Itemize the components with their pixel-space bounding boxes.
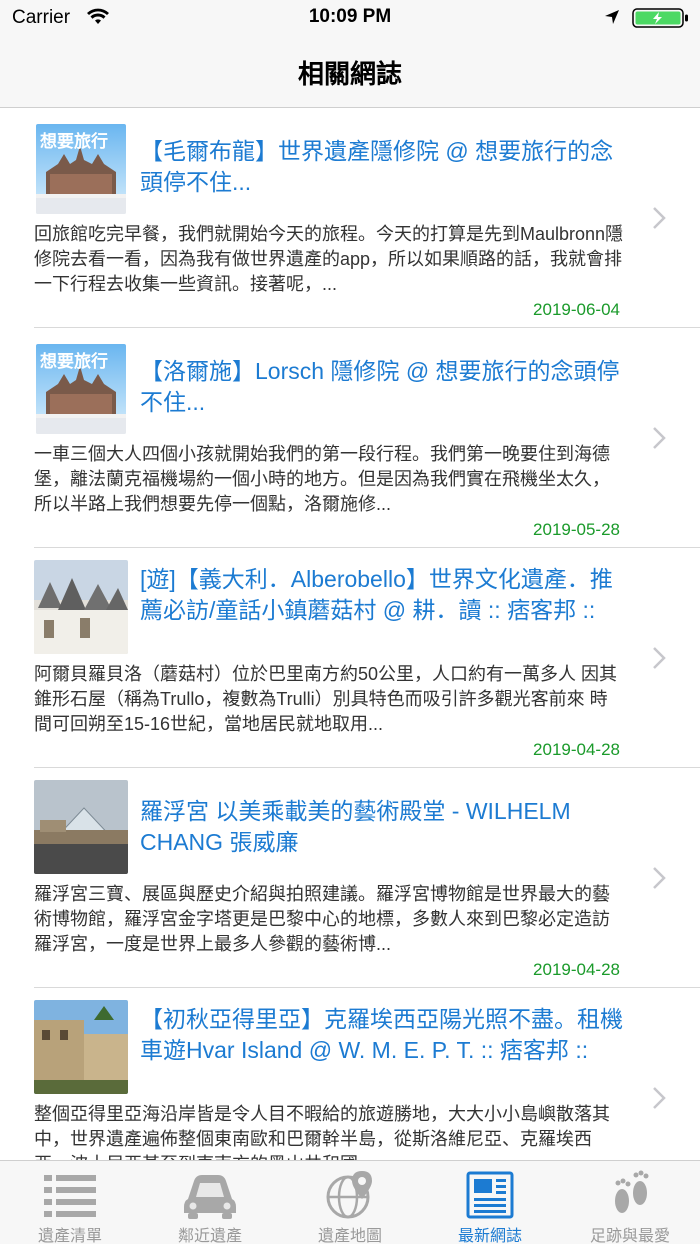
chevron-right-icon — [653, 207, 666, 229]
post-date: 2019-04-28 — [533, 740, 620, 759]
chevron-right-icon — [653, 427, 666, 449]
tab-heritage-map[interactable]: 遺產地圖 — [280, 1161, 420, 1244]
post-thumbnail: 想要旅行 — [36, 124, 126, 214]
thumbnail-caption: 想要旅行 — [40, 352, 108, 371]
list-item[interactable]: 想要旅行 【毛爾布龍】世界遺產隱修院 @ 想要旅行的念頭停不住... 回旅館吃完… — [34, 108, 700, 328]
chevron-right-icon — [653, 1087, 666, 1109]
list-item[interactable]: 羅浮宮 以美乘載美的藝術殿堂 - WILHELM CHANG 張威廉 羅浮宮三寶… — [34, 768, 700, 988]
status-bar: Carrier 10:09 PM — [0, 0, 700, 40]
tab-label: 鄰近遺產 — [177, 1228, 242, 1244]
thumbnail-caption: 想要旅行 — [40, 132, 108, 151]
chevron-right-icon — [653, 867, 666, 889]
blog-post-list[interactable]: 想要旅行 【毛爾布龍】世界遺產隱修院 @ 想要旅行的念頭停不住... 回旅館吃完… — [0, 108, 700, 1160]
tab-label: 最新網誌 — [457, 1228, 522, 1244]
tab-nearby-heritage[interactable]: 鄰近遺產 — [140, 1161, 280, 1244]
page-title: 相關網誌 — [297, 59, 402, 89]
car-icon — [184, 1175, 236, 1219]
tab-label: 遺產地圖 — [317, 1228, 382, 1244]
tab-bar: 遺產清單 鄰近遺產 遺產地圖 最新網誌 足跡與最愛 — [0, 1160, 700, 1244]
post-date: 2019-04-28 — [533, 960, 620, 979]
globe-pin-icon — [326, 1171, 372, 1219]
post-excerpt: 阿爾貝羅貝洛（蘑菇村）位於巴里南方約50公里，人口約有一萬多人 因其錐形石屋（稱… — [34, 664, 618, 734]
chevron-right-icon — [653, 647, 666, 669]
post-excerpt: 一車三個大人四個小孩就開始我們的第一段行程。我們第一晚要住到海德堡，離法蘭克福機… — [34, 444, 610, 514]
list-item[interactable]: 【初秋亞得里亞】克羅埃西亞陽光照不盡。租機車遊Hvar Island @ W. … — [34, 988, 700, 1160]
list-icon — [44, 1175, 96, 1217]
post-title[interactable]: 羅浮宮 以美乘載美的藝術殿堂 - WILHELM CHANG 張威廉 — [140, 796, 630, 858]
footprints-icon — [615, 1170, 649, 1213]
tab-label: 足跡與最愛 — [589, 1228, 670, 1244]
post-thumbnail — [34, 780, 128, 874]
post-excerpt: 羅浮宮三寶、展區與歷史介紹與拍照建議。羅浮宮博物館是世界最大的藝術博物館，羅浮宮… — [34, 884, 610, 954]
post-thumbnail — [34, 560, 128, 654]
tab-heritage-list[interactable]: 遺產清單 — [0, 1161, 140, 1244]
post-date: 2019-06-04 — [533, 300, 620, 319]
location-arrow-icon — [605, 10, 619, 24]
status-time: 10:09 PM — [308, 6, 392, 27]
post-title[interactable]: 【毛爾布龍】世界遺產隱修院 @ 想要旅行的念頭停不住... — [140, 136, 630, 198]
list-item[interactable]: 想要旅行 【洛爾施】Lorsch 隱修院 @ 想要旅行的念頭停不住... 一車三… — [34, 328, 700, 548]
tab-latest-blogs[interactable]: 最新網誌 — [420, 1161, 560, 1244]
post-thumbnail: 想要旅行 — [36, 344, 126, 434]
post-title[interactable]: 【初秋亞得里亞】克羅埃西亞陽光照不盡。租機車遊Hvar Island @ W. … — [140, 1004, 630, 1066]
tab-footprints-favorites[interactable]: 足跡與最愛 — [560, 1161, 700, 1244]
post-excerpt: 整個亞得里亞海沿岸皆是令人目不暇給的旅遊勝地，大大小小島嶼散落其中，世界遺產遍佈… — [34, 1104, 610, 1160]
battery-icon — [632, 8, 688, 28]
post-title[interactable]: 【洛爾施】Lorsch 隱修院 @ 想要旅行的念頭停不住... — [140, 356, 630, 418]
list-item[interactable]: [遊]【義大利．Alberobello】世界文化遺產．推薦必訪/童話小鎮蘑菇村 … — [34, 548, 700, 768]
tab-label: 遺產清單 — [37, 1228, 102, 1244]
newspaper-icon — [466, 1171, 514, 1219]
post-excerpt: 回旅館吃完早餐，我們就開始今天的旅程。今天的打算是先到Maulbronn隱修院去… — [34, 224, 624, 294]
post-thumbnail — [34, 1000, 128, 1094]
post-date: 2019-05-28 — [533, 520, 620, 539]
post-title[interactable]: [遊]【義大利．Alberobello】世界文化遺產．推薦必訪/童話小鎮蘑菇村 … — [140, 564, 630, 626]
navigation-bar: 相關網誌 — [0, 40, 700, 108]
